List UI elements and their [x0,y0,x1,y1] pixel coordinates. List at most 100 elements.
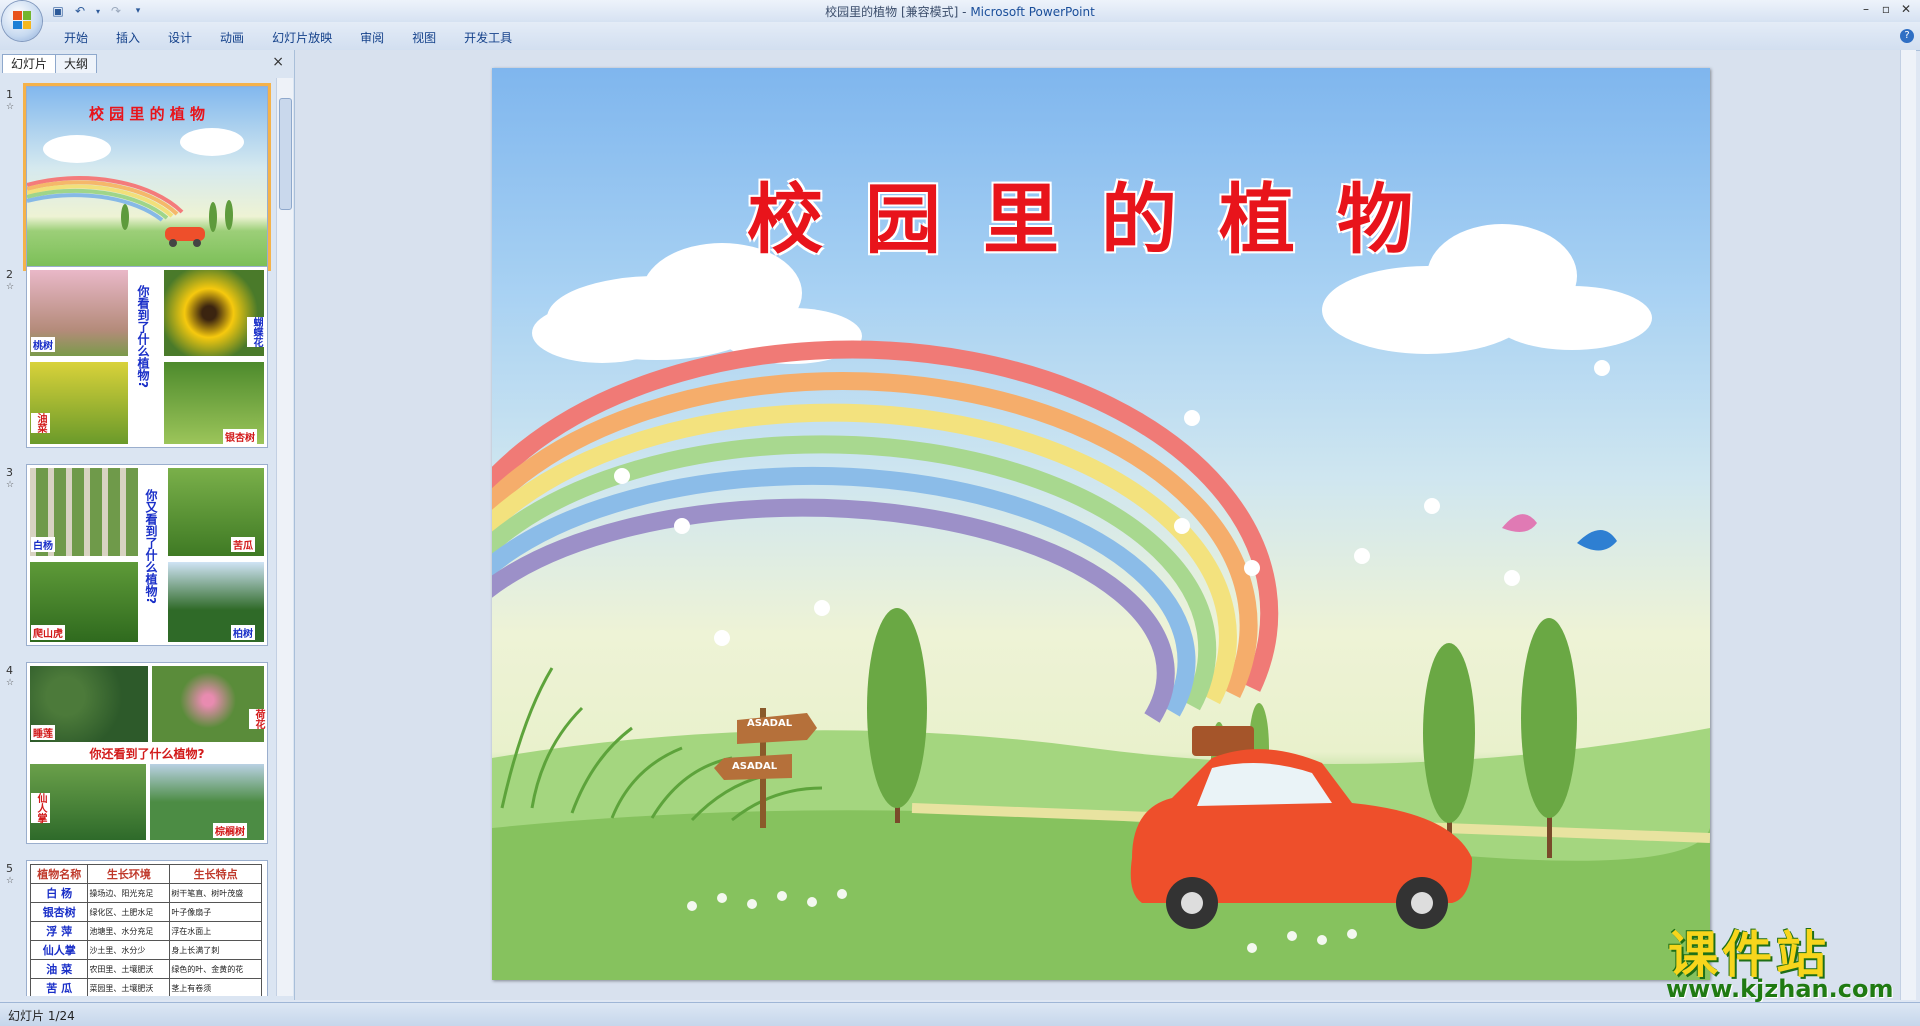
blue-bird [1577,529,1617,551]
red-car [1130,726,1472,929]
slide-editor: 校园里的植物 ASADAL ASADAL [295,50,1916,1000]
animation-star-icon: ☆ [6,876,15,886]
sign-top-label: ASADAL [747,718,793,729]
tab-home[interactable]: 开始 [50,29,102,46]
table-row: 苦 瓜 菜园里、土壤肥沃 茎上有卷须 [29,978,262,996]
table-cell: 叶子像扇子 [169,902,262,922]
table-cell: 菜园里、土壤肥沃 [87,978,171,996]
sign-bottom-label: ASADAL [732,761,778,772]
label-cactus: 仙人掌 [31,793,50,823]
table-cell: 身上长满了刺 [169,940,262,960]
thumbnail-number: 1 [6,88,13,101]
thumbnail-number: 5 [6,862,13,875]
app-name: Microsoft PowerPoint [970,5,1095,19]
table-row: 银杏树 绿化区、土肥水足 叶子像扇子 [29,902,262,922]
document-title: 校园里的植物 [兼容模式] [825,5,959,19]
slides-panel: 幻灯片 大纲 × 1 ☆ 校 园 里 的 植 物 2 ☆ 你看到了什么植物? 桃… [0,50,295,1000]
tab-view[interactable]: 视图 [398,29,450,46]
table-cell: 沙土里、水分少 [87,940,171,960]
slide-thumbnail-2[interactable]: 你看到了什么植物? 桃树 蝴蝶花 油菜 银杏树 [26,266,268,448]
table-cell: 农田里、土壤肥沃 [87,959,171,979]
tab-outline[interactable]: 大纲 [55,54,98,73]
panel-close-icon[interactable]: × [272,54,284,70]
panel-tabs: 幻灯片 大纲 [2,54,98,74]
table-cell: 苦 瓜 [29,978,89,996]
close-icon[interactable]: ✕ [1896,0,1916,18]
watermark-url: www.kjzhan.com [1666,975,1894,1003]
label-ginkgo: 银杏树 [223,429,257,444]
tab-slideshow[interactable]: 幻灯片放映 [258,29,346,46]
table-cell: 仙人掌 [29,940,89,960]
slide-counter: 幻灯片 1/24 [8,1009,75,1023]
slide-thumbnail-5[interactable]: 植物名称 生长环境 生长特点 白 杨 操场边、阳光充足 树干笔直、树叶茂盛 银杏… [26,860,268,996]
table-cell: 白 杨 [29,883,89,903]
slide-thumbnails: 1 ☆ 校 园 里 的 植 物 2 ☆ 你看到了什么植物? 桃树 蝴蝶花 油菜 … [0,78,276,996]
tab-developer[interactable]: 开发工具 [450,29,526,46]
table-cell: 池塘里、水分充足 [87,921,171,941]
label-peach: 桃树 [31,337,55,352]
table-row: 仙人掌 沙土里、水分少 身上长满了刺 [29,940,262,960]
scrollbar-thumb[interactable] [279,98,292,210]
photo-palm [149,763,265,841]
tab-insert[interactable]: 插入 [102,29,154,46]
slide-title[interactable]: 校园里的植物 [492,158,1710,268]
label-ivy: 爬山虎 [31,625,65,640]
office-logo-icon [13,11,31,29]
label-lotus: 荷花 [249,709,267,729]
slide-thumbnail-4[interactable]: 你还看到了什么植物? 睡莲 荷花 仙人掌 棕榈树 [26,662,268,844]
status-bar: 幻灯片 1/24 [0,1002,1920,1026]
tab-review[interactable]: 审阅 [346,29,398,46]
label-bitter-melon: 苦瓜 [231,537,255,552]
label-rapeseed: 油菜 [31,413,50,433]
table-cell: 绿色的叶、金黄的花 [169,959,262,979]
tab-slides[interactable]: 幻灯片 [2,54,57,73]
title-separator: - [958,5,971,19]
pink-bird [1502,514,1537,532]
thumbnail-2-question: 你看到了什么植物? [136,285,150,388]
thumbnail-4-question: 你还看到了什么植物? [89,747,205,761]
table-header: 生长环境 [87,864,171,884]
animation-star-icon: ☆ [6,480,15,490]
table-cell: 茎上有卷须 [169,978,262,996]
slide-thumbnail-3[interactable]: 你又看到了什么植物? 白杨 苦瓜 爬山虎 柏树 [26,464,268,646]
table-row: 白 杨 操场边、阳光充足 树干笔直、树叶茂盛 [29,883,262,903]
window-title: 校园里的植物 [兼容模式] - Microsoft PowerPoint [0,3,1920,20]
slide-thumbnail-1[interactable]: 校 园 里 的 植 物 [23,83,271,271]
thumbnail-number: 3 [6,466,13,479]
minimize-icon[interactable]: – [1856,0,1876,18]
table-cell: 银杏树 [29,902,89,922]
office-button[interactable] [2,1,42,41]
thumbnail-number: 4 [6,664,13,677]
animation-star-icon: ☆ [6,102,15,112]
table-header: 生长特点 [169,864,262,884]
table-header-row: 植物名称 生长环境 生长特点 [29,864,262,884]
table-cell: 操场边、阳光充足 [87,883,171,903]
tab-animations[interactable]: 动画 [206,29,258,46]
thumbnail-1-title: 校 园 里 的 植 物 [88,105,206,123]
help-icon[interactable]: ? [1900,29,1914,43]
table-cell: 浮在水面上 [169,921,262,941]
watermark: 课件站 www.kjzhan.com [1660,915,1910,1003]
table-row: 浮 萍 池塘里、水分充足 浮在水面上 [29,921,262,941]
maximize-icon[interactable]: ▫ [1876,0,1896,18]
table-header: 植物名称 [29,864,89,884]
title-bar: ▣ ↶ ▾ ↷ ▾ 校园里的植物 [兼容模式] - Microsoft Powe… [0,0,1920,22]
label-water-lily: 睡莲 [31,725,55,740]
ribbon: 开始 插入 设计 动画 幻灯片放映 审阅 视图 开发工具 ? [0,22,1920,51]
window-controls: – ▫ ✕ [1856,0,1916,18]
table-cell: 绿化区、土肥水足 [87,902,171,922]
ribbon-tabs: 开始 插入 设计 动画 幻灯片放映 审阅 视图 开发工具 [50,29,526,46]
editor-scrollbar[interactable] [1900,50,1916,1000]
table-cell: 浮 萍 [29,921,89,941]
thumbnail-3-question: 你又看到了什么植物? [144,489,158,604]
thumbnails-scrollbar[interactable] [276,78,293,996]
label-cypress: 柏树 [231,625,255,640]
label-poplar: 白杨 [31,537,55,552]
label-pansy: 蝴蝶花 [247,317,266,347]
animation-star-icon: ☆ [6,678,15,688]
table-cell: 油 菜 [29,959,89,979]
table-row: 油 菜 农田里、土壤肥沃 绿色的叶、金黄的花 [29,959,262,979]
tab-design[interactable]: 设计 [154,29,206,46]
plant-table: 植物名称 生长环境 生长特点 白 杨 操场边、阳光充足 树干笔直、树叶茂盛 银杏… [29,864,262,996]
current-slide[interactable]: 校园里的植物 ASADAL ASADAL [492,68,1710,980]
